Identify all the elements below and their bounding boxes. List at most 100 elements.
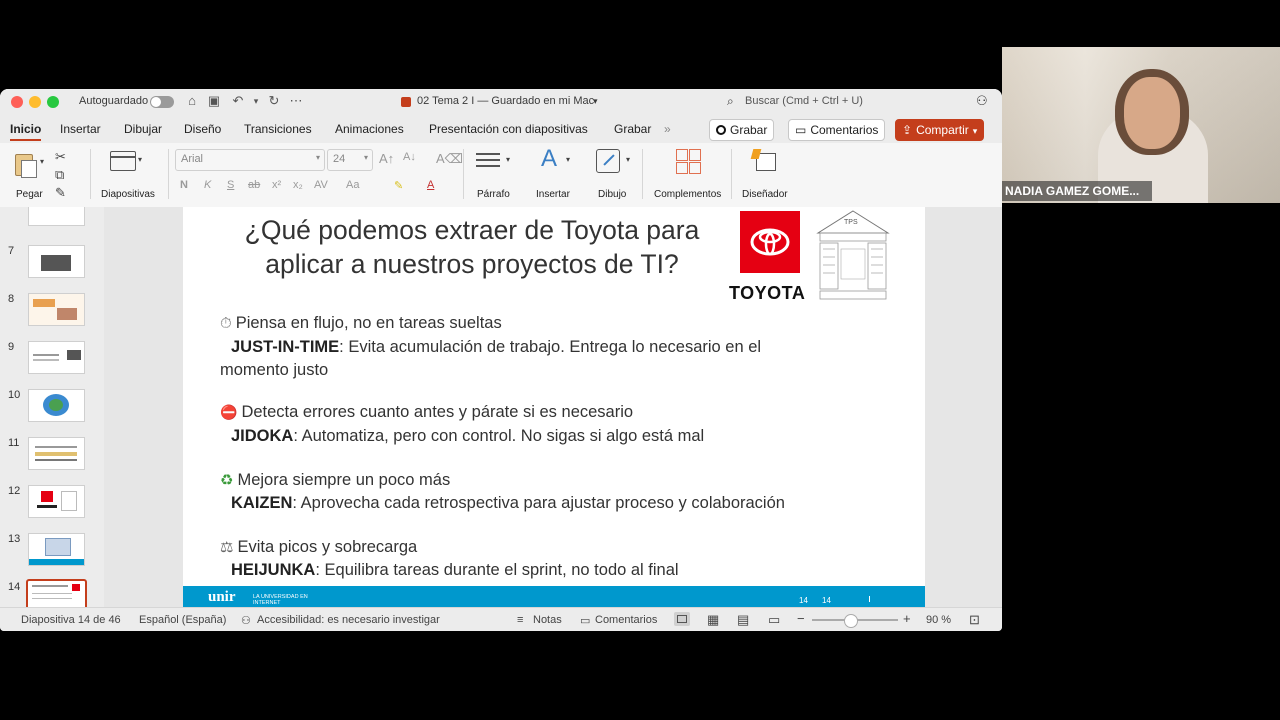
paragraph-chevron-down-icon[interactable]: ▾ <box>506 155 510 164</box>
item-heading-text: Piensa en flujo, no en tareas sueltas <box>235 314 502 332</box>
insert-textbox-icon[interactable]: A <box>536 145 562 173</box>
fit-to-window-icon[interactable]: ⊡ <box>969 612 980 628</box>
tab-overflow-icon[interactable]: » <box>664 122 671 136</box>
ribbon-toolbar: ▾ Pegar ✂ ⧉ ✎ ▾ Diapositivas Arial ▾ 24 … <box>0 143 1002 208</box>
superscript-button[interactable]: x² <box>272 179 281 191</box>
slide-item-heading[interactable]: ⏱ Piensa en flujo, no en tareas sueltas <box>220 314 502 333</box>
format-painter-icon[interactable]: ✎ <box>55 185 66 201</box>
thumbnail-number: 12 <box>8 485 21 497</box>
zoom-in-button[interactable]: + <box>903 611 911 626</box>
thumbnail-number: 7 <box>8 245 15 257</box>
zoom-slider[interactable] <box>812 614 898 628</box>
slide-thumbnail-6[interactable] <box>28 207 85 226</box>
designer-icon[interactable] <box>750 149 776 171</box>
title-chevron-down-icon[interactable]: ▾ <box>593 96 598 107</box>
tab-inicio[interactable]: Inicio <box>10 122 42 141</box>
slide-thumbnail-12[interactable] <box>28 485 85 518</box>
tab-insertar[interactable]: Insertar <box>60 122 101 136</box>
slide-title[interactable]: ¿Qué podemos extraer de Toyota para apli… <box>183 213 761 281</box>
slide-thumbnail-11[interactable] <box>28 437 85 470</box>
thumbnail-number: 11 <box>8 437 20 449</box>
slide-item-detail[interactable]: HEIJUNKA: Equilibra tareas durante el sp… <box>231 561 679 580</box>
more-icon[interactable]: ⋯ <box>288 93 304 109</box>
title-bar: Autoguardado ⌂ ▣ ↶ ▾ ↻ ⋯ 02 Tema 2 I — G… <box>0 89 1002 115</box>
paste-chevron-down-icon[interactable]: ▾ <box>40 157 44 166</box>
slide-thumbnail-8[interactable] <box>28 293 85 326</box>
underline-button[interactable]: S <box>227 179 234 191</box>
search-input[interactable]: Buscar (Cmd + Ctrl + U) <box>745 95 863 107</box>
draw-chevron-down-icon[interactable]: ▾ <box>626 155 630 164</box>
slide-thumbnail-10[interactable] <box>28 389 85 422</box>
new-slide-icon[interactable] <box>110 151 136 171</box>
notes-button[interactable]: Notas <box>533 614 562 626</box>
record-button[interactable]: Grabar <box>709 119 775 141</box>
normal-view-button[interactable] <box>674 612 690 626</box>
change-case-icon[interactable]: Aa <box>346 179 359 191</box>
character-spacing-icon[interactable]: AV <box>314 179 328 191</box>
font-name-select[interactable]: Arial ▾ <box>175 149 325 171</box>
font-color-icon[interactable]: A <box>427 179 434 191</box>
close-window-button[interactable] <box>11 96 23 108</box>
clear-format-icon[interactable]: A⌫ <box>436 151 463 167</box>
zoom-level[interactable]: 90 % <box>926 614 951 626</box>
comments-button[interactable]: ▭ Comentarios <box>788 119 886 141</box>
slideshow-view-icon[interactable]: ▭ <box>768 612 780 628</box>
slide-sorter-icon[interactable]: ▦ <box>707 612 719 628</box>
language-indicator[interactable]: Español (España) <box>139 614 226 626</box>
share-button[interactable]: ⇪ Compartir ▾ <box>895 119 985 141</box>
draw-shape-icon[interactable] <box>596 149 620 173</box>
paragraph-icon[interactable] <box>476 151 500 171</box>
thumbnail-number: 10 <box>8 389 21 401</box>
slide-item-detail-cont[interactable]: momento justo <box>220 361 328 380</box>
highlight-icon[interactable]: ✎ <box>394 179 403 192</box>
slide-thumbnail-9[interactable] <box>28 341 85 374</box>
font-size-select[interactable]: 24 ▾ <box>327 149 373 171</box>
copy-icon[interactable]: ⧉ <box>55 167 64 183</box>
recycle-icon: ♻ <box>220 472 234 489</box>
tab-animaciones[interactable]: Animaciones <box>335 122 404 136</box>
slide-item-heading[interactable]: ♻ Mejora siempre un poco más <box>220 471 450 490</box>
document-title[interactable]: 02 Tema 2 I — Guardado en mi Mac <box>417 95 594 107</box>
slide-thumbnail-7[interactable] <box>28 245 85 278</box>
redo-icon[interactable]: ↻ <box>266 93 282 109</box>
slide-editor-canvas: ¿Qué podemos extraer de Toyota para apli… <box>104 207 1002 607</box>
paste-icon[interactable] <box>12 151 38 179</box>
insert-chevron-down-icon[interactable]: ▾ <box>566 155 570 164</box>
slide-thumbnail-14-selected[interactable] <box>26 579 87 607</box>
tab-dibujar[interactable]: Dibujar <box>124 122 162 136</box>
slide-thumbnail-13[interactable] <box>28 533 85 566</box>
undo-icon[interactable]: ↶ <box>230 93 246 109</box>
slide-item-detail[interactable]: KAIZEN: Aprovecha cada retrospectiva par… <box>231 494 785 513</box>
thumbnail-number: 13 <box>8 533 21 545</box>
slide-item-heading[interactable]: ⚖ Evita picos y sobrecarga <box>220 538 417 557</box>
save-icon[interactable]: ▣ <box>206 93 222 109</box>
account-icon[interactable]: ⚇ <box>976 93 988 109</box>
increase-font-icon[interactable]: A↑ <box>379 151 394 166</box>
tab-grabar[interactable]: Grabar <box>614 122 651 136</box>
autosave-toggle[interactable] <box>150 96 174 108</box>
slide-item-detail[interactable]: JIDOKA: Automatiza, pero con control. No… <box>231 427 704 446</box>
subscript-button[interactable]: x₂ <box>293 179 303 191</box>
slides-chevron-down-icon[interactable]: ▾ <box>138 155 142 164</box>
tab-transiciones[interactable]: Transiciones <box>244 122 312 136</box>
decrease-font-icon[interactable]: A↓ <box>403 151 416 163</box>
italic-button[interactable]: K <box>204 179 211 191</box>
status-comments-button[interactable]: Comentarios <box>595 614 657 626</box>
tab-diseno[interactable]: Diseño <box>184 122 221 136</box>
current-slide[interactable]: ¿Qué podemos extraer de Toyota para apli… <box>183 207 925 607</box>
undo-dropdown-icon[interactable]: ▾ <box>248 93 264 109</box>
zoom-slider-thumb[interactable] <box>844 614 858 628</box>
strikethrough-button[interactable]: ab <box>248 179 260 191</box>
addins-icon[interactable] <box>676 149 701 174</box>
zoom-out-button[interactable]: − <box>797 611 805 626</box>
zoom-window-button[interactable] <box>47 96 59 108</box>
slide-item-heading[interactable]: ⛔ Detecta errores cuanto antes y párate s… <box>220 403 633 422</box>
reading-view-icon[interactable]: ▤ <box>737 612 749 628</box>
cut-icon[interactable]: ✂ <box>55 149 66 165</box>
bold-button[interactable]: N <box>180 179 188 191</box>
accessibility-status[interactable]: Accesibilidad: es necesario investigar <box>257 614 440 626</box>
minimize-window-button[interactable] <box>29 96 41 108</box>
home-icon[interactable]: ⌂ <box>184 93 200 109</box>
tab-presentacion[interactable]: Presentación con diapositivas <box>429 122 588 136</box>
slide-item-detail[interactable]: JUST-IN-TIME: Evita acumulación de traba… <box>231 338 761 357</box>
